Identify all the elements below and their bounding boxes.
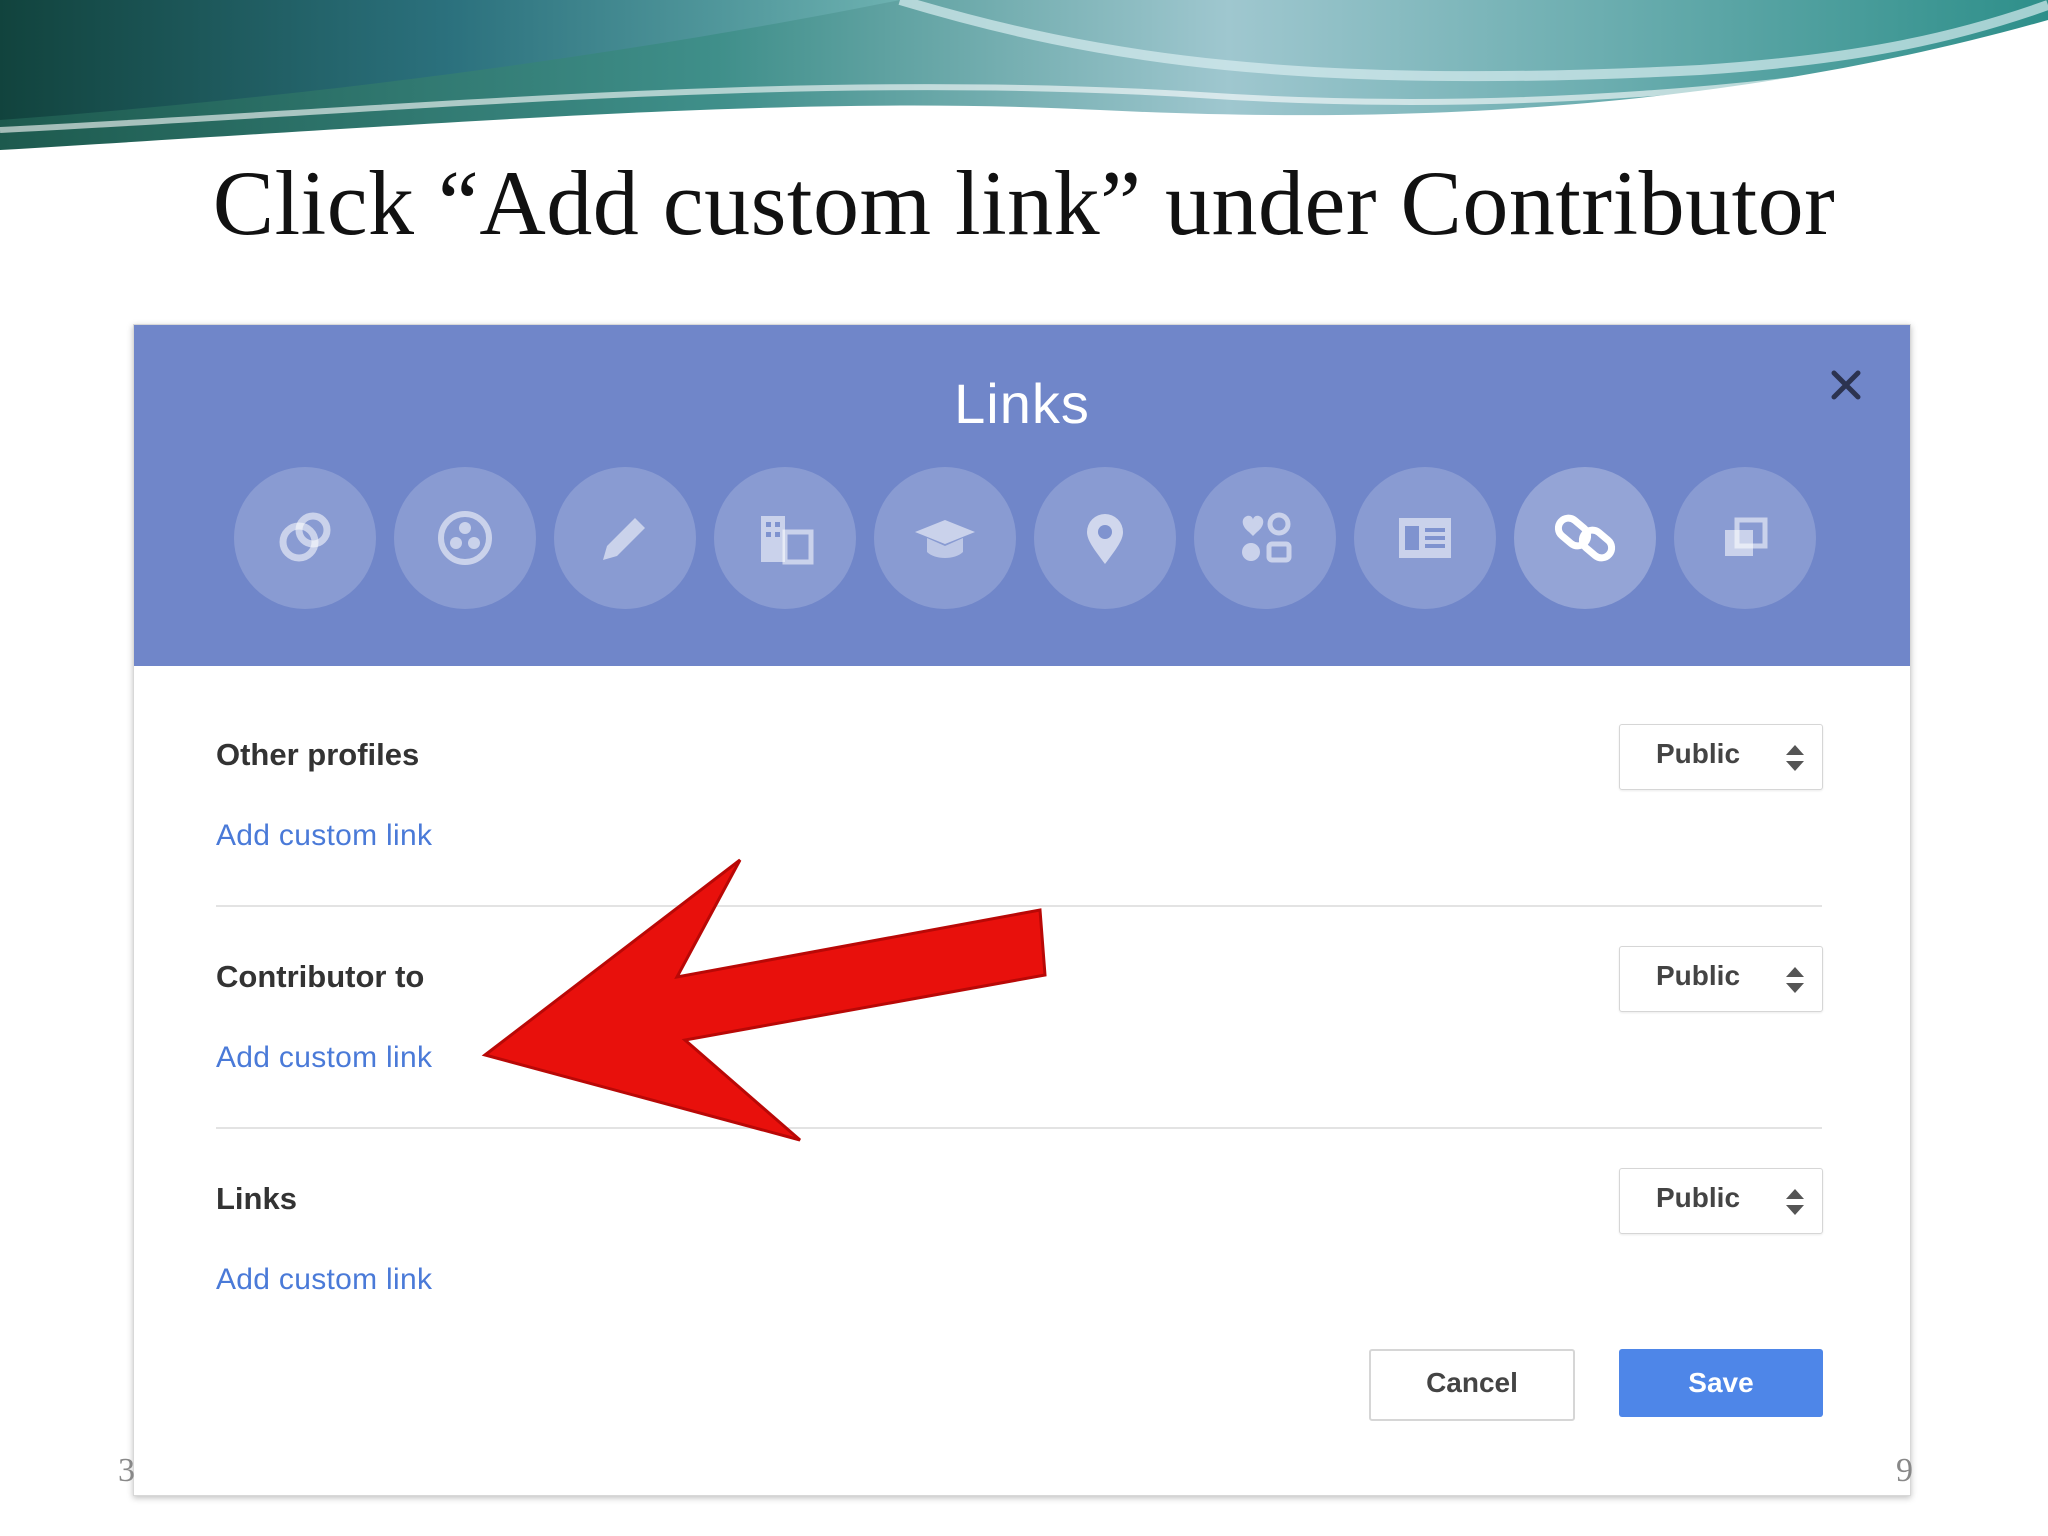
intro-icon bbox=[279, 512, 331, 562]
pencil-icon bbox=[603, 518, 645, 560]
visibility-value: Public bbox=[1656, 960, 1741, 991]
other-profiles-visibility-select[interactable]: Public bbox=[1619, 724, 1823, 790]
visibility-value: Public bbox=[1656, 1182, 1741, 1213]
other-icon bbox=[1725, 517, 1768, 556]
sort-caret-icon bbox=[1786, 745, 1804, 771]
tab-edit[interactable] bbox=[554, 467, 696, 609]
decorative-banner bbox=[0, 0, 2048, 150]
tab-links[interactable] bbox=[1514, 467, 1656, 609]
cancel-button[interactable]: Cancel bbox=[1369, 1349, 1575, 1421]
slide-number-right: 9 bbox=[1896, 1452, 1913, 1489]
work-icon bbox=[761, 516, 814, 565]
dialog-header: Links bbox=[134, 325, 1910, 666]
tab-education[interactable] bbox=[874, 467, 1016, 609]
education-icon bbox=[915, 520, 975, 558]
save-button[interactable]: Save bbox=[1619, 1349, 1823, 1417]
tab-story[interactable] bbox=[394, 467, 536, 609]
slide-title: Click “Add custom link” under Contributo… bbox=[212, 152, 1836, 254]
visibility-value: Public bbox=[1656, 738, 1741, 769]
tab-work[interactable] bbox=[714, 467, 856, 609]
basic-info-icon bbox=[1242, 512, 1292, 563]
contributor-visibility-select[interactable]: Public bbox=[1619, 946, 1823, 1012]
section-links-label: Links bbox=[216, 1181, 297, 1216]
tab-contact-info[interactable] bbox=[1354, 467, 1496, 609]
section-other-profiles-label: Other profiles bbox=[216, 737, 420, 772]
contributor-add-custom-link[interactable]: Add custom link bbox=[216, 1041, 432, 1075]
story-icon bbox=[438, 511, 492, 565]
dialog-title: Links bbox=[954, 372, 1090, 435]
contact-info-icon bbox=[1399, 518, 1451, 558]
red-arrow-annotation bbox=[481, 858, 1047, 1142]
sort-caret-icon bbox=[1786, 1189, 1804, 1215]
links-visibility-select[interactable]: Public bbox=[1619, 1168, 1823, 1234]
tab-other[interactable] bbox=[1674, 467, 1816, 609]
section-contributor-to-label: Contributor to bbox=[216, 959, 425, 994]
tab-basic-info[interactable] bbox=[1194, 467, 1336, 609]
other-profiles-add-custom-link[interactable]: Add custom link bbox=[216, 819, 432, 853]
places-icon bbox=[1087, 514, 1123, 564]
tab-intro[interactable] bbox=[234, 467, 376, 609]
tab-places[interactable] bbox=[1034, 467, 1176, 609]
links-icon bbox=[1554, 514, 1616, 562]
sort-caret-icon bbox=[1786, 967, 1804, 993]
slide-number-left: 3 bbox=[118, 1452, 135, 1489]
close-icon[interactable] bbox=[1824, 363, 1868, 407]
links-add-custom-link[interactable]: Add custom link bbox=[216, 1263, 432, 1297]
